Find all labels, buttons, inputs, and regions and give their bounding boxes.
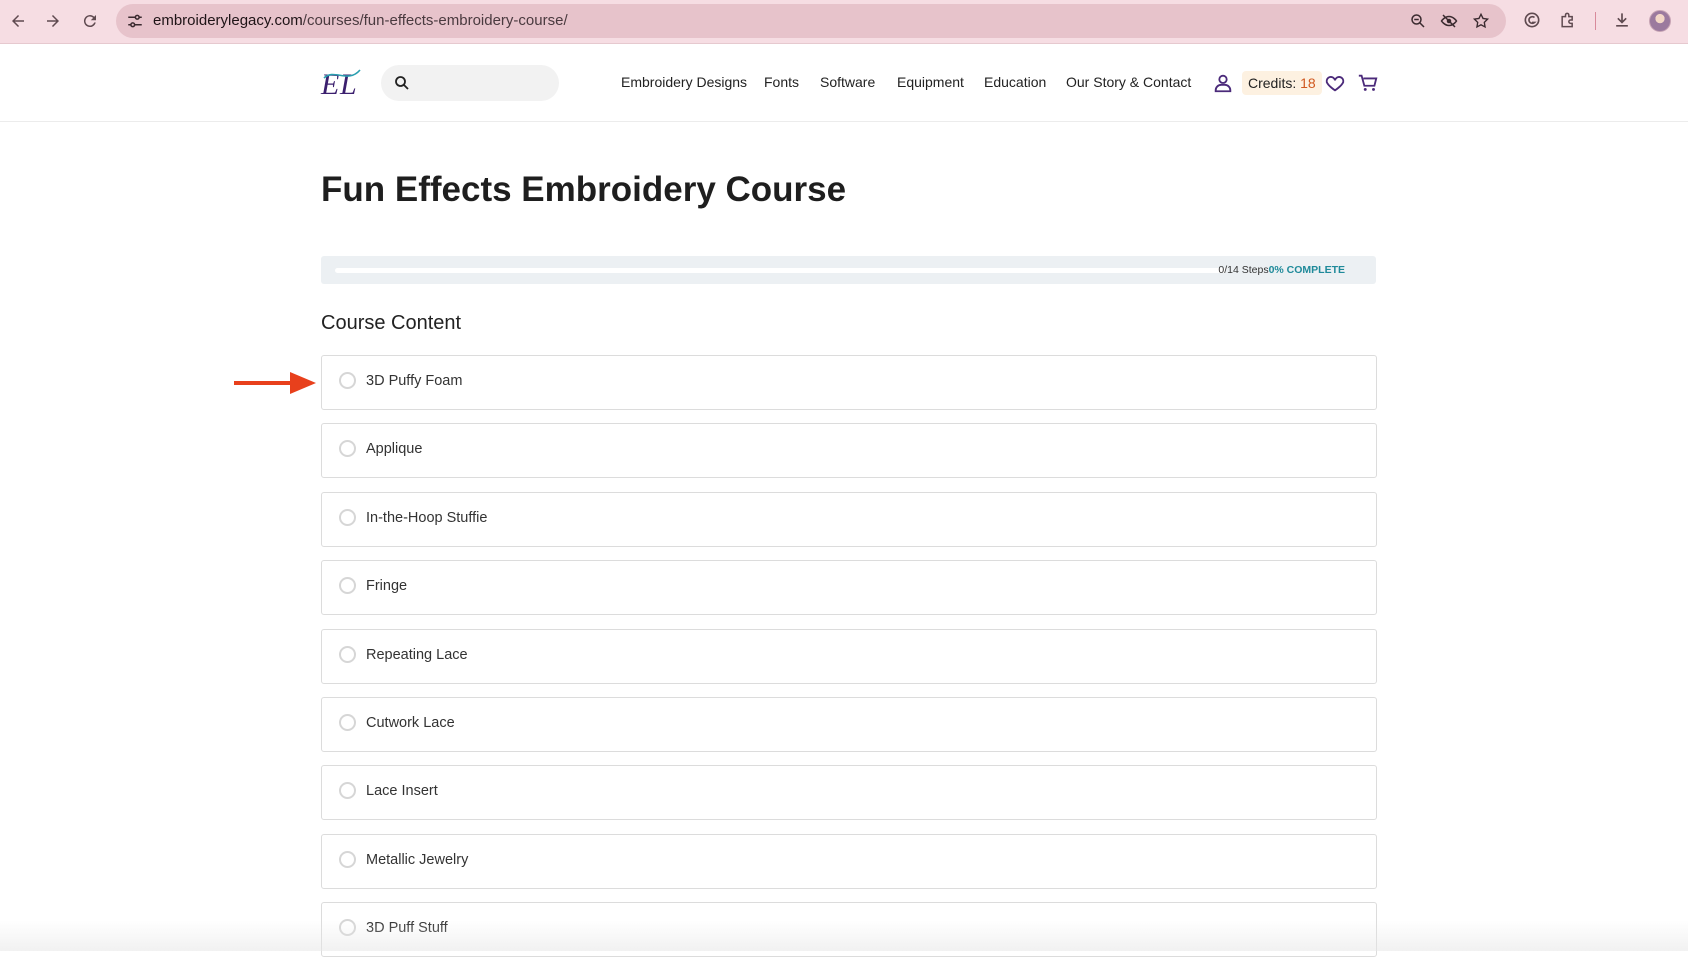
lesson-status-circle-icon	[339, 509, 356, 526]
back-arrow-icon	[12, 15, 24, 27]
annotation-arrow-icon	[234, 372, 316, 394]
lesson-title: Fringe	[366, 578, 408, 594]
zoom-icon[interactable]	[1409, 12, 1427, 30]
lesson-status-circle-icon	[339, 372, 356, 389]
bookmark-star-icon[interactable]	[1472, 12, 1490, 30]
course-progress: 0/14 Steps0% COMPLETE	[321, 256, 1376, 284]
forward-button[interactable]	[41, 9, 65, 33]
address-bar[interactable]: embroiderylegacy.com/courses/fun-effects…	[116, 4, 1506, 38]
nav-software[interactable]: Software	[820, 74, 875, 90]
shopping-cart-icon[interactable]	[1357, 72, 1379, 94]
lesson-title: Repeating Lace	[366, 647, 468, 663]
lesson-title: 3D Puff Stuff	[366, 920, 448, 936]
nav-embroidery-designs[interactable]: Embroidery Designs	[621, 74, 747, 90]
lesson-title: Lace Insert	[366, 783, 438, 799]
nav-equipment[interactable]: Equipment	[897, 74, 964, 90]
credits-badge[interactable]: Credits: 18	[1242, 71, 1322, 95]
embroidery-legacy-logo[interactable]: E L	[320, 64, 366, 100]
progress-text: 0/14 Steps0% COMPLETE	[1218, 264, 1345, 276]
lesson-item[interactable]: In-the-Hoop Stuffie	[321, 492, 1377, 547]
site-settings-icon[interactable]	[126, 12, 144, 30]
lesson-status-circle-icon	[339, 646, 356, 663]
eye-off-icon[interactable]	[1440, 12, 1458, 30]
toolbar-divider	[1595, 12, 1596, 30]
url-host: embroiderylegacy.com	[153, 12, 303, 29]
lesson-status-circle-icon	[339, 714, 356, 731]
lesson-status-circle-icon	[339, 577, 356, 594]
search-box[interactable]	[381, 65, 559, 101]
lesson-item[interactable]: Metallic Jewelry	[321, 834, 1377, 889]
progress-track	[335, 268, 1226, 273]
lesson-status-circle-icon	[339, 440, 356, 457]
lesson-item[interactable]: Fringe	[321, 560, 1377, 615]
svg-text:E: E	[320, 68, 339, 100]
forward-arrow-icon	[47, 15, 59, 27]
svg-text:L: L	[339, 68, 357, 100]
lesson-item[interactable]: 3D Puff Stuff	[321, 902, 1377, 957]
lesson-item[interactable]: Applique	[321, 423, 1377, 478]
lesson-item[interactable]: Repeating Lace	[321, 629, 1377, 684]
download-icon[interactable]	[1612, 10, 1632, 30]
lesson-item[interactable]: 3D Puffy Foam	[321, 355, 1377, 410]
course-content-heading: Course Content	[321, 312, 462, 334]
lesson-item[interactable]: Lace Insert	[321, 765, 1377, 820]
account-icon[interactable]	[1212, 72, 1234, 94]
reload-icon	[83, 15, 96, 28]
wishlist-heart-icon[interactable]	[1324, 72, 1346, 94]
browser-toolbar: embroiderylegacy.com/courses/fun-effects…	[0, 0, 1688, 44]
lesson-title: Cutwork Lace	[366, 715, 455, 731]
back-button[interactable]	[6, 9, 30, 33]
lesson-item[interactable]: Cutwork Lace	[321, 697, 1377, 752]
lesson-status-circle-icon	[339, 782, 356, 799]
lesson-title: Metallic Jewelry	[366, 852, 469, 868]
progress-steps: 0/14 Steps	[1218, 264, 1269, 276]
credits-value: 18	[1300, 75, 1316, 91]
reload-button[interactable]	[78, 9, 102, 33]
lesson-status-circle-icon	[339, 851, 356, 868]
search-icon	[395, 76, 409, 90]
nav-fonts[interactable]: Fonts	[764, 74, 799, 90]
progress-percent: 0% COMPLETE	[1268, 264, 1345, 276]
page-title: Fun Effects Embroidery Course	[321, 170, 847, 209]
lesson-title: Applique	[366, 441, 423, 457]
nav-our-story-contact[interactable]: Our Story & Contact	[1066, 74, 1191, 90]
site-header: E L Embroidery Designs Fonts Software Eq…	[0, 44, 1688, 122]
nav-education[interactable]: Education	[984, 74, 1046, 90]
grammarly-extension-icon[interactable]	[1522, 10, 1542, 30]
extensions-puzzle-icon[interactable]	[1558, 10, 1578, 30]
lesson-title: In-the-Hoop Stuffie	[366, 510, 488, 526]
credits-label: Credits:	[1248, 75, 1297, 91]
url-path: /courses/fun-effects-embroidery-course/	[302, 12, 568, 29]
lesson-status-circle-icon	[339, 919, 356, 936]
profile-avatar[interactable]	[1649, 10, 1671, 32]
url-text[interactable]: embroiderylegacy.com/courses/fun-effects…	[153, 12, 568, 29]
lesson-title: 3D Puffy Foam	[366, 373, 463, 389]
